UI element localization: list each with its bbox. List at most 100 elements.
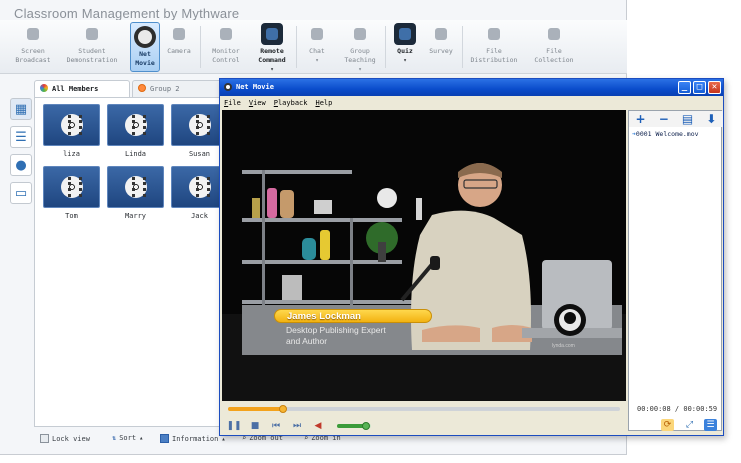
total-time: 00:00:59 (683, 405, 718, 413)
information-button[interactable]: Information ▴ (160, 434, 226, 443)
maximize-button[interactable]: □ (693, 81, 706, 94)
info-icon (160, 434, 169, 443)
monitor-control-button[interactable]: Monitor Control (206, 20, 246, 74)
download-icon[interactable]: ⬇ (706, 112, 716, 126)
menu-help[interactable]: Help (315, 99, 332, 107)
playlist-item-name: Welcome.mov (655, 130, 699, 138)
student-icon (81, 23, 103, 45)
chat-button[interactable]: Chat ▾ (302, 20, 332, 74)
sort-button[interactable]: ⇅ Sort ▴ (112, 434, 143, 442)
dropdown-arrow-icon: ▾ (403, 57, 407, 64)
loop-button[interactable]: ⟳ (661, 419, 674, 431)
label: Chat (309, 47, 325, 55)
net-movie-titlebar[interactable]: Net Movie _ □ ✕ (220, 79, 723, 96)
tab-label: All Members (52, 85, 99, 93)
menu-bar: File View Playback Help (224, 99, 332, 107)
label: Camera (167, 47, 191, 55)
label: Remote (260, 47, 284, 55)
all-members-icon (40, 84, 48, 92)
film-reel-icon (43, 166, 100, 208)
speaker-title-line2: and Author (286, 336, 328, 346)
mute-button[interactable]: ◀ (312, 420, 324, 432)
volume-slider[interactable] (337, 422, 371, 430)
film-reel-icon (224, 83, 232, 91)
seek-bar-fill (228, 407, 283, 411)
pause-button[interactable]: ❚❚ (226, 420, 242, 432)
film-reel-icon (134, 26, 156, 48)
group-icon (349, 23, 371, 45)
menu-file[interactable]: File (224, 99, 241, 107)
previous-icon: ⏮ (271, 421, 281, 431)
minimize-button[interactable]: _ (678, 81, 691, 94)
speaker-icon: ◀ (314, 421, 322, 431)
screen-broadcast-button[interactable]: Screen Broadcast (10, 20, 56, 74)
tab-all-members[interactable]: All Members (34, 80, 130, 97)
lock-icon (40, 434, 49, 443)
chat-bubble-icon (306, 23, 328, 45)
student-tile[interactable]: Marry (107, 166, 164, 220)
grid-icon: ▦ (14, 101, 28, 117)
thumbnail-view-button[interactable]: ▦ (10, 98, 32, 120)
menu-playback[interactable]: Playback (274, 99, 308, 107)
next-button[interactable]: ⏭ (291, 420, 303, 432)
student-name: Tom (65, 212, 78, 220)
label: Collection (534, 56, 574, 64)
dropdown-arrow-icon: ▴ (139, 434, 144, 442)
playlist-item[interactable]: ➔0001 Welcome.mov (632, 130, 699, 138)
student-tile[interactable]: Tom (43, 166, 100, 220)
video-display[interactable]: James Lockman Desktop Publishing Expert … (222, 110, 626, 401)
label: Sort (119, 434, 137, 442)
command-window-icon (261, 23, 283, 45)
playlist-toggle-button[interactable]: ☰ (704, 419, 717, 431)
lock-view-button[interactable]: Lock view (40, 434, 90, 443)
main-toolbar: Screen Broadcast Student Demonstration N… (0, 20, 627, 74)
label: Quiz (397, 47, 413, 55)
net-movie-button[interactable]: Net Movie (130, 22, 160, 72)
file-distribution-button[interactable]: File Distribution (468, 20, 520, 74)
page-view-button[interactable]: ▭ (10, 182, 32, 204)
page-icon: ▭ (14, 185, 28, 201)
student-name: liza (63, 150, 80, 158)
file-collection-button[interactable]: File Collection (528, 20, 580, 74)
stop-button[interactable]: ■ (249, 420, 261, 432)
film-reel-icon (107, 104, 164, 146)
close-button[interactable]: ✕ (708, 81, 721, 94)
edit-list-icon[interactable]: ▤ (682, 112, 693, 126)
tab-label: Group 2 (150, 85, 180, 93)
speaker-title-line1: Desktop Publishing Expert (286, 325, 386, 335)
toolbar-divider (200, 26, 201, 68)
list-view-button[interactable]: ☰ (10, 126, 32, 148)
remove-icon[interactable]: − (659, 112, 669, 126)
student-tile[interactable]: liza (43, 104, 100, 158)
student-demonstration-button[interactable]: Student Demonstration (64, 20, 120, 74)
user-view-button[interactable]: ● (10, 154, 32, 176)
dropdown-arrow-icon: ▾ (358, 66, 362, 73)
pause-icon: ❚❚ (226, 421, 242, 431)
menu-view[interactable]: View (249, 99, 266, 107)
survey-button[interactable]: Survey (426, 20, 456, 74)
label: Survey (429, 47, 453, 55)
watermark: lynda.com (552, 343, 575, 349)
seek-bar[interactable] (228, 405, 620, 413)
quiz-button[interactable]: Quiz ▾ (390, 20, 420, 74)
fullscreen-button[interactable]: ⤢ (683, 419, 696, 431)
seek-handle[interactable] (278, 405, 287, 413)
loop-icon: ⟳ (663, 420, 672, 430)
camera-button[interactable]: Camera (164, 20, 194, 74)
add-icon[interactable]: + (636, 112, 646, 126)
video-frame (222, 110, 626, 401)
list-icon: ☰ (15, 129, 27, 145)
tab-group-2[interactable]: Group 2 (132, 80, 222, 97)
student-tile[interactable]: Linda (107, 104, 164, 158)
net-movie-window: Net Movie _ □ ✕ File View Playback Help (219, 78, 724, 436)
previous-button[interactable]: ⏮ (270, 420, 282, 432)
group-teaching-button[interactable]: Group Teaching ▾ (340, 20, 380, 74)
label: Demonstration (66, 56, 118, 64)
label: Broadcast (15, 56, 51, 64)
toolbar-divider (296, 26, 297, 68)
label: Movie (135, 59, 155, 67)
playlist-toolbar: + − ▤ ⬇ (629, 111, 723, 127)
volume-handle[interactable] (361, 422, 370, 430)
remote-command-button[interactable]: Remote Command ▾ (253, 20, 291, 74)
dropdown-arrow-icon: ▾ (315, 57, 319, 64)
